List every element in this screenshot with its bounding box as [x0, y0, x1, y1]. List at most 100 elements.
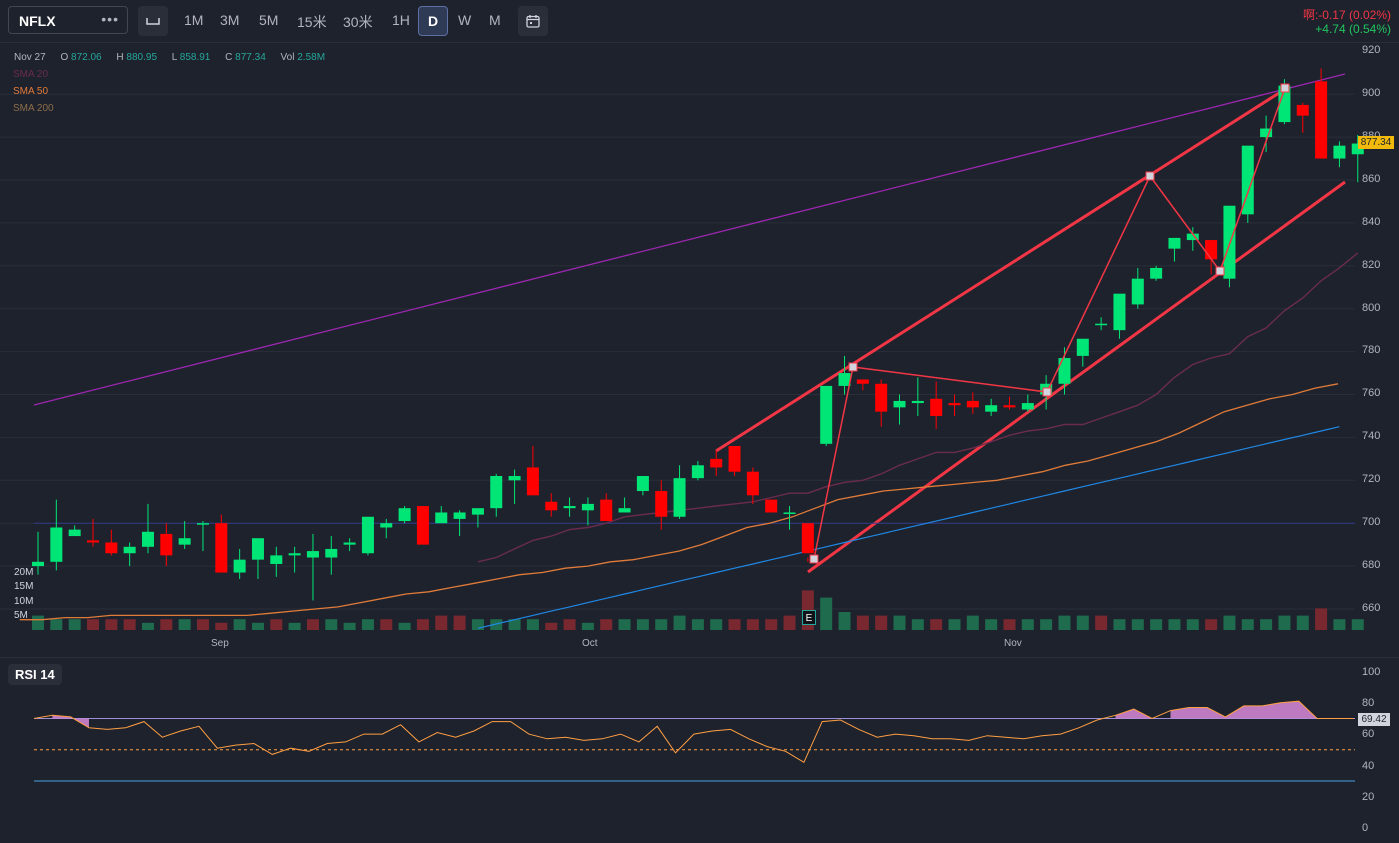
- candle-body: [288, 553, 301, 556]
- volume-tick-label: 15M: [14, 581, 34, 592]
- rsi-tick-label: 20: [1362, 791, 1375, 803]
- candle-body: [215, 523, 228, 573]
- candle-body: [1095, 323, 1108, 326]
- volume-bar: [233, 619, 246, 630]
- candle-body: [930, 398, 943, 416]
- candle-body: [178, 538, 191, 545]
- candle-body: [581, 503, 594, 511]
- volume-bar: [966, 615, 979, 630]
- candle-body: [123, 546, 136, 554]
- pattern-point: [1145, 171, 1155, 181]
- volume-bar: [838, 612, 851, 630]
- volume-bar: [1186, 619, 1199, 630]
- y-tick-label: 800: [1362, 302, 1381, 314]
- volume-bar: [1021, 619, 1034, 630]
- legend-date: Nov 27: [14, 52, 46, 63]
- volume-bar: [270, 619, 283, 630]
- volume-bar: [1296, 615, 1309, 630]
- volume-bar: [1315, 608, 1328, 630]
- candle-body: [1131, 278, 1144, 305]
- candle-body: [32, 561, 44, 567]
- volume-bar: [545, 622, 558, 630]
- volume-tick-label: 20M: [14, 567, 34, 578]
- last-price-tag: 877.34: [1358, 136, 1394, 149]
- candle-body: [196, 523, 209, 525]
- volume-bar: [618, 619, 631, 630]
- candle-body: [68, 529, 81, 537]
- legend-high-key: H: [116, 52, 124, 63]
- volume-bar: [398, 622, 411, 630]
- candle-body: [141, 531, 154, 547]
- candle-body: [655, 491, 668, 517]
- volume-bar: [196, 619, 209, 630]
- candle-body: [526, 467, 539, 496]
- sma20-legend[interactable]: SMA 20: [13, 69, 48, 80]
- candle-body: [600, 499, 613, 522]
- candle-body: [948, 403, 961, 406]
- volume-bar: [215, 622, 228, 630]
- legend-volume: 2.58M: [297, 52, 326, 63]
- volume-bar: [123, 619, 136, 630]
- volume-bar: [746, 619, 759, 630]
- volume-bar: [50, 619, 63, 630]
- volume-bar: [600, 619, 613, 630]
- candle-body: [343, 542, 356, 545]
- volume-bar: [178, 619, 191, 630]
- rsi-tick-label: 60: [1362, 728, 1375, 740]
- volume-bar: [1150, 619, 1163, 630]
- rsi-tick-label: 40: [1362, 760, 1375, 772]
- legend-volume-key: Vol: [280, 52, 295, 63]
- candle-body: [1296, 104, 1309, 116]
- y-tick-label: 900: [1362, 87, 1381, 99]
- channel-line: [715, 84, 1291, 453]
- volume-bar: [526, 619, 539, 630]
- volume-bar: [1113, 619, 1126, 630]
- legend-low-key: L: [171, 52, 177, 63]
- pane-separator: [0, 657, 1399, 658]
- volume-bar: [820, 597, 833, 630]
- volume-bar: [1168, 619, 1181, 630]
- volume-bar: [655, 619, 668, 630]
- legend-open-key: O: [60, 52, 69, 63]
- candle-body: [1205, 240, 1218, 260]
- candle-body: [746, 471, 759, 496]
- ohlc-legend: Nov 27 O 872.06 H 880.95 L 858.91 C 877.…: [14, 52, 325, 63]
- sma50-legend[interactable]: SMA 50: [13, 86, 48, 97]
- volume-bar: [673, 615, 686, 630]
- candle-body: [325, 548, 338, 558]
- volume-bar: [1076, 615, 1089, 630]
- volume-bar: [856, 615, 869, 630]
- volume-bar: [1205, 619, 1218, 630]
- volume-bar: [86, 619, 99, 630]
- price-chart[interactable]: [0, 0, 1399, 843]
- volume-bar: [288, 622, 301, 630]
- candle-body: [453, 512, 466, 519]
- x-tick-label: Oct: [582, 638, 598, 649]
- candle-body: [416, 506, 429, 545]
- candle-body: [435, 512, 448, 524]
- earnings-marker[interactable]: E: [802, 610, 816, 625]
- candle-body: [490, 476, 503, 509]
- candle-body: [691, 465, 704, 479]
- candle-body: [856, 379, 869, 384]
- volume-bar: [728, 619, 741, 630]
- candle-body: [636, 476, 649, 492]
- rsi-pane-title[interactable]: RSI 14: [8, 664, 62, 685]
- volume-bar: [141, 622, 154, 630]
- sma200-legend[interactable]: SMA 200: [13, 103, 54, 114]
- rsi-last-value: 69.42: [1358, 713, 1390, 726]
- rsi-tick-label: 0: [1362, 822, 1369, 834]
- legend-open: 872.06: [71, 52, 102, 63]
- volume-bar: [306, 619, 319, 630]
- candle-body: [1058, 358, 1071, 384]
- volume-bar: [1003, 619, 1016, 630]
- candle-body: [1113, 293, 1126, 331]
- legend-low: 858.91: [179, 52, 211, 63]
- volume-bar: [1095, 615, 1108, 630]
- candle-body: [673, 478, 686, 517]
- candle-body: [105, 542, 118, 554]
- candle-body: [233, 559, 246, 573]
- candle-body: [398, 508, 411, 522]
- y-tick-label: 660: [1362, 602, 1381, 614]
- pattern-point: [1280, 83, 1290, 93]
